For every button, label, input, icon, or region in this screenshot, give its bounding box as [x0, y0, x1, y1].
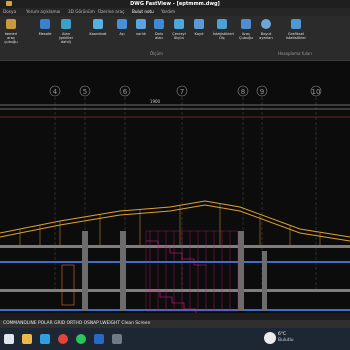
ribbon-tabs: Dosya Yorum açıklamaı 3D Görünüm Üzerine…	[0, 8, 350, 16]
tab-3d-view[interactable]: 3D Görünüm	[68, 8, 95, 16]
grid-label-6: 6	[123, 88, 128, 96]
statistics-icon	[217, 19, 227, 29]
distance-icon	[40, 19, 50, 29]
angle-icon	[117, 19, 127, 29]
grid-label-4: 4	[53, 88, 58, 96]
fill-area-button[interactable]: Dolu alan	[150, 19, 168, 40]
dimension-lines	[0, 104, 350, 110]
fill-area-icon	[154, 19, 164, 29]
tool-bar-button[interactable]: Araç Çubuğu	[237, 19, 255, 40]
grid-label-8: 8	[241, 88, 245, 96]
distance-button[interactable]: Mesafe	[36, 19, 54, 36]
coordinate-button[interactable]: Koordinat	[89, 19, 107, 36]
grid-label-5: 5	[83, 88, 87, 96]
settings-icon	[261, 19, 271, 29]
dimension-text: 1900	[150, 99, 161, 104]
tab-annotation[interactable]: Yorum açıklamaı	[26, 8, 60, 16]
file-explorer-icon[interactable]	[22, 334, 32, 344]
area-icon	[61, 19, 71, 29]
door	[61, 264, 75, 306]
chart-icon	[291, 19, 301, 29]
perimeter-icon	[174, 19, 184, 29]
area-button[interactable]: Alan (şekiller dahil)	[57, 19, 75, 44]
graphical-statistics-button[interactable]: Grafiksel istatistikler	[285, 19, 307, 40]
coordinate-icon	[93, 19, 103, 29]
toolbar-icon	[6, 19, 16, 29]
grid-label-10: 10	[312, 88, 321, 96]
group-label-calculation: Hesaplama fuları	[278, 51, 312, 56]
status-bar: COMMANDLINE POLAR GRID ORTHO OSNAP LWEIG…	[0, 320, 350, 328]
record-icon	[194, 19, 204, 29]
drawing-canvas[interactable]: 4 5 6 7 8 9 10 1900	[0, 61, 350, 320]
tab-help[interactable]: Yardım	[161, 8, 175, 16]
dimension-settings-button[interactable]: Boyut ayarları	[257, 19, 275, 40]
ground	[0, 313, 350, 320]
group-label-measure: Ölçüm	[150, 51, 163, 56]
perimeter-button[interactable]: Çevreyi ölçün	[170, 19, 188, 40]
status-commands[interactable]: COMMANDLINE POLAR GRID ORTHO OSNAP LWEIG…	[3, 320, 150, 328]
search-icon[interactable]	[4, 334, 14, 344]
entity-button[interactable]: varlık	[132, 19, 150, 36]
app-icon[interactable]	[112, 334, 122, 344]
angle-button[interactable]: Açı	[113, 19, 131, 36]
tab-file[interactable]: Dosya	[3, 8, 16, 16]
statistics-button[interactable]: İstatistikleri Ölç	[213, 19, 234, 40]
staircase	[145, 230, 239, 316]
stair-rails	[149, 231, 231, 311]
weather-icon[interactable]	[264, 332, 276, 344]
grid-label-7: 7	[180, 88, 184, 96]
columns	[82, 231, 267, 311]
grid-markers	[49, 85, 322, 97]
word-icon[interactable]	[94, 334, 104, 344]
edge-icon[interactable]	[40, 334, 50, 344]
grid-label-9: 9	[260, 88, 264, 96]
floor-slabs	[0, 245, 350, 311]
title-bar: DWG FastView - [eptmmm.dwg]	[0, 0, 350, 8]
tab-tools[interactable]: Üzerine araç	[98, 8, 124, 16]
whatsapp-icon[interactable]	[76, 334, 86, 344]
record-button[interactable]: Kayıt	[190, 19, 208, 36]
toolbar-button[interactable]: kemeri araç çubuğu	[2, 19, 20, 44]
weather-desc: Bulutlu	[278, 338, 294, 343]
entity-icon	[136, 19, 146, 29]
window-title: DWG FastView - [eptmmm.dwg]	[130, 1, 220, 7]
tab-cloud-note[interactable]: Bulut notu	[132, 8, 154, 16]
chrome-icon[interactable]	[58, 334, 68, 344]
ribbon-panel: kemeri araç çubuğu Mesafe Alan (şekiller…	[0, 16, 350, 61]
taskbar: 6°C Bulutlu	[0, 328, 350, 350]
roof-truss	[0, 200, 350, 242]
tool-bar-icon	[241, 19, 251, 29]
